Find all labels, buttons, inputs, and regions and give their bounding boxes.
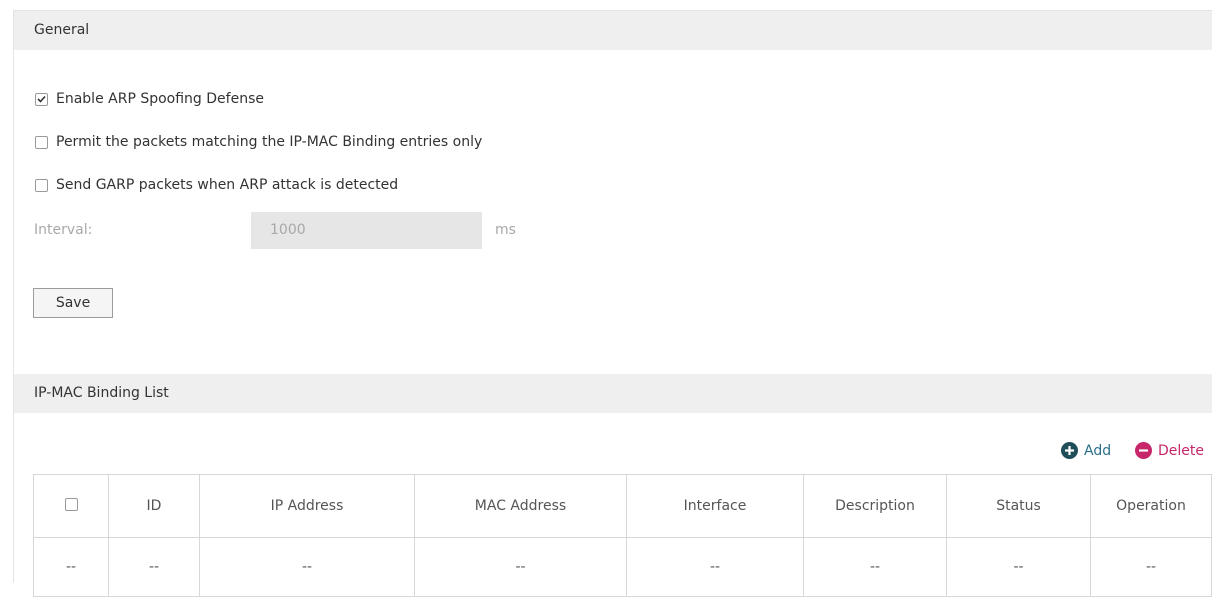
delete-button[interactable]: Delete xyxy=(1135,442,1204,459)
select-all-checkbox[interactable] xyxy=(64,497,78,511)
column-header-status: Status xyxy=(946,474,1091,538)
enable-arp-row[interactable]: Enable ARP Spoofing Defense xyxy=(35,91,264,107)
table-cell: -- xyxy=(33,537,109,597)
table-cell: -- xyxy=(414,537,627,597)
table-cell: -- xyxy=(108,537,200,597)
binding-list-title: IP-MAC Binding List xyxy=(34,385,169,401)
send-garp-row[interactable]: Send GARP packets when ARP attack is det… xyxy=(35,177,398,193)
column-header-operation: Operation xyxy=(1090,474,1212,538)
column-header-interface: Interface xyxy=(626,474,804,538)
interval-input[interactable]: 1000 xyxy=(251,212,482,249)
add-button[interactable]: Add xyxy=(1061,442,1111,459)
table-row: -- -- -- -- -- -- -- -- xyxy=(33,537,1212,597)
column-header-ip-address: IP Address xyxy=(199,474,415,538)
table-header-row: ID IP Address MAC Address Interface Desc… xyxy=(33,474,1212,538)
select-all-header xyxy=(33,474,109,538)
minus-icon xyxy=(1135,442,1152,459)
interval-unit: ms xyxy=(495,222,516,238)
binding-table: ID IP Address MAC Address Interface Desc… xyxy=(33,474,1212,597)
table-cell: -- xyxy=(803,537,947,597)
table-cell: -- xyxy=(199,537,415,597)
add-label: Add xyxy=(1084,442,1112,459)
column-header-id: ID xyxy=(108,474,200,538)
enable-arp-label: Enable ARP Spoofing Defense xyxy=(56,91,264,107)
save-button[interactable]: Save xyxy=(33,288,113,318)
permit-packets-label: Permit the packets matching the IP-MAC B… xyxy=(56,134,483,150)
general-section-header: General xyxy=(14,11,1212,50)
plus-icon xyxy=(1061,442,1078,459)
checkmark-icon xyxy=(37,95,46,103)
permit-packets-checkbox[interactable] xyxy=(35,135,48,149)
column-header-mac-address: MAC Address xyxy=(414,474,627,538)
table-cell: -- xyxy=(946,537,1091,597)
permit-packets-row[interactable]: Permit the packets matching the IP-MAC B… xyxy=(35,134,482,150)
send-garp-checkbox[interactable] xyxy=(35,178,48,192)
general-section-title: General xyxy=(34,22,90,38)
delete-label: Delete xyxy=(1158,442,1204,459)
enable-arp-checkbox[interactable] xyxy=(35,92,48,106)
interval-label: Interval: xyxy=(34,222,93,238)
table-cell: -- xyxy=(626,537,804,597)
table-cell: -- xyxy=(1090,537,1212,597)
send-garp-label: Send GARP packets when ARP attack is det… xyxy=(56,177,399,193)
binding-list-section-header: IP-MAC Binding List xyxy=(14,374,1212,413)
column-header-description: Description xyxy=(803,474,947,538)
